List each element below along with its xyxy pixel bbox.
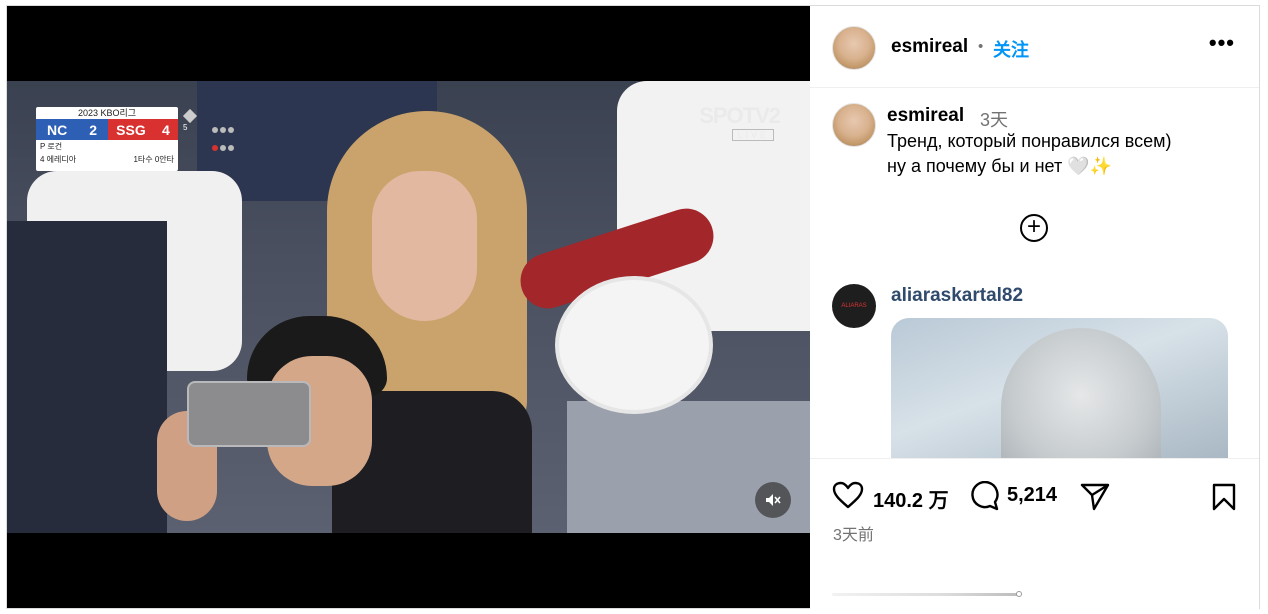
avatar[interactable] bbox=[832, 26, 876, 70]
team1-name: NC bbox=[46, 121, 68, 138]
comments-count[interactable]: 5,214 bbox=[1007, 484, 1057, 507]
caption-line-1: Тренд, который понравился всем) bbox=[887, 131, 1172, 151]
post-panel: esmireal • 关注 ••• esmireal 3天 Тренд, кот… bbox=[810, 6, 1259, 609]
progress-knob[interactable] bbox=[1016, 591, 1022, 597]
follow-button[interactable]: 关注 bbox=[993, 36, 1029, 62]
video-frame: HED 2023 KBO리그 NC bbox=[7, 81, 810, 533]
team2-box: SSG 4 bbox=[108, 119, 178, 140]
video-progress-bar[interactable] bbox=[832, 593, 1020, 596]
video-player[interactable]: HED 2023 KBO리그 NC bbox=[7, 6, 810, 608]
likes-count[interactable]: 140.2 万 bbox=[873, 484, 949, 513]
caption-username[interactable]: esmireal bbox=[887, 105, 964, 127]
count-dots bbox=[211, 121, 237, 157]
batter-label: 4 에레디아 bbox=[40, 155, 77, 164]
mute-icon[interactable] bbox=[755, 482, 791, 518]
comment-avatar[interactable]: ALIARAS bbox=[832, 284, 876, 328]
caption-text: Тренд, который понравился всем) ну а поч… bbox=[887, 129, 1247, 179]
broadcaster-logo: SPOTV2 bbox=[699, 103, 781, 128]
plus-circle-icon[interactable]: + bbox=[1020, 214, 1048, 242]
post-header: esmireal • 关注 ••• bbox=[810, 6, 1259, 88]
team2-score: 4 bbox=[162, 121, 170, 138]
fan-figure bbox=[555, 276, 713, 414]
caption-avatar[interactable] bbox=[832, 103, 876, 147]
team1-score: 2 bbox=[89, 121, 97, 138]
share-icon[interactable] bbox=[1080, 483, 1110, 511]
team1-box: NC 2 bbox=[36, 119, 108, 140]
comment-username[interactable]: aliaraskartal82 bbox=[891, 285, 1023, 307]
post-dialog: HED 2023 KBO리그 NC bbox=[6, 5, 1260, 609]
action-bar: 140.2 万 5,214 3天前 bbox=[810, 458, 1259, 609]
phone-figure bbox=[187, 381, 311, 447]
scoreboard-title: 2023 KBO리그 bbox=[77, 108, 137, 118]
bookmark-icon[interactable] bbox=[1212, 483, 1236, 511]
batter-stats: 1타수 0안타 bbox=[133, 155, 174, 164]
post-time-ago: 3天前 bbox=[833, 527, 874, 544]
pitcher-label: P 로건 bbox=[40, 142, 63, 151]
scoreboard: 2023 KBO리그 NC 2 SSG 4 P 로건 4 에레디아 1타수 0안… bbox=[36, 107, 178, 171]
comment-image[interactable] bbox=[891, 318, 1228, 458]
caption-line-2: ну а почему бы и нет 🤍✨ bbox=[887, 156, 1113, 176]
team2-name: SSG bbox=[116, 121, 146, 138]
comment-icon[interactable] bbox=[970, 481, 1000, 511]
heart-icon[interactable] bbox=[832, 481, 864, 509]
inning-label: 5 bbox=[183, 123, 188, 132]
separator-dot: • bbox=[978, 38, 984, 55]
live-label: LIVE bbox=[732, 129, 774, 141]
header-username[interactable]: esmireal bbox=[891, 36, 968, 58]
more-icon[interactable]: ••• bbox=[1209, 30, 1235, 56]
bases-diamond-icon bbox=[182, 108, 198, 124]
